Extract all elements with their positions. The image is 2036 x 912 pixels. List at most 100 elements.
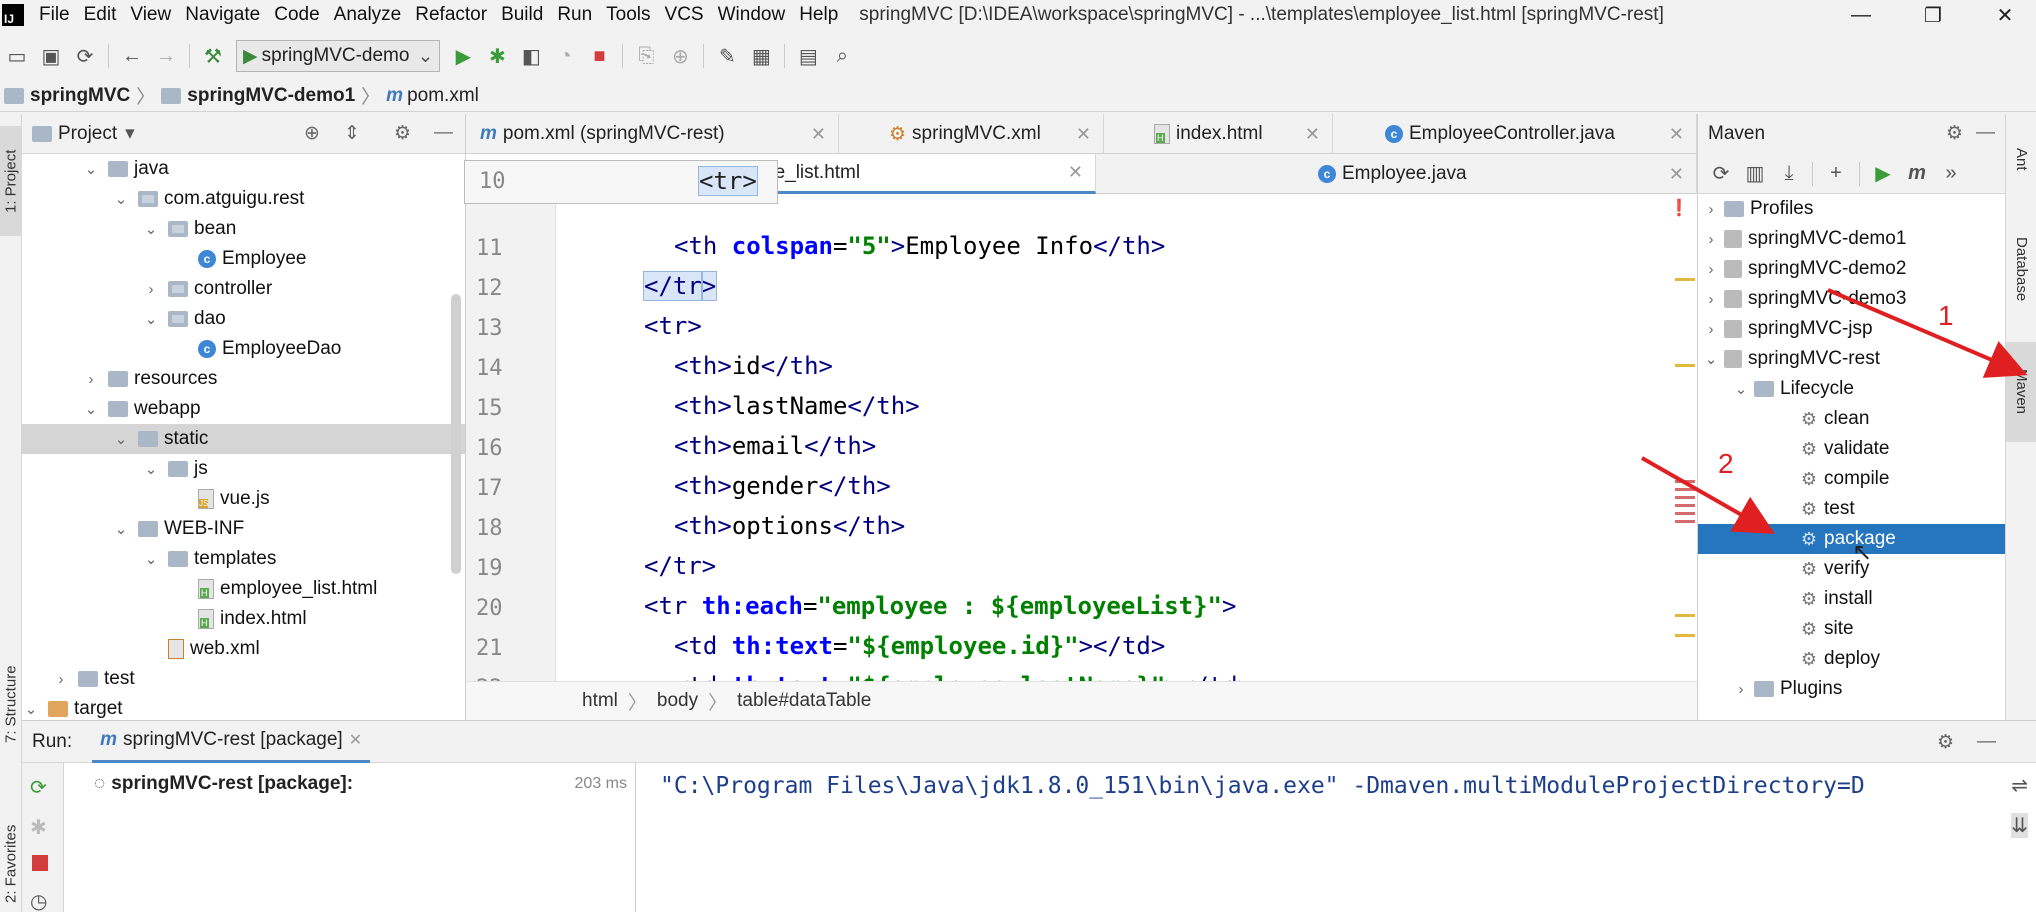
minimize-button[interactable]: — <box>1830 0 1892 30</box>
tree-item[interactable]: c Employee <box>22 244 465 274</box>
run-tab[interactable]: m springMVC-rest [package] ✕ <box>92 721 371 763</box>
chevron-down-icon[interactable]: ⌄ <box>114 430 128 448</box>
attach-debugger-icon[interactable]: ⎘ <box>629 39 663 73</box>
clock-icon[interactable]: ◷ <box>30 889 47 912</box>
menu-view[interactable]: View <box>123 4 178 26</box>
chevron-down-icon[interactable]: ⌄ <box>1734 380 1748 398</box>
back-icon[interactable]: ← <box>115 39 149 73</box>
stop-icon[interactable] <box>32 855 48 871</box>
chevron-down-icon[interactable]: ⌄ <box>24 700 38 718</box>
tool-tab-database[interactable]: Database <box>2006 214 2036 324</box>
generate-sources-icon[interactable]: ▥ <box>1738 157 1772 191</box>
tree-item[interactable]: ⌄ com.atguigu.rest <box>22 184 465 214</box>
tool-tab-favorites[interactable]: 2: Favorites <box>0 794 22 912</box>
maven-tree-item[interactable]: › springMVC-demo3 <box>1698 284 2005 314</box>
gear-icon[interactable]: ⚙ <box>1946 122 1963 145</box>
chevron-down-icon[interactable]: ⌄ <box>114 520 128 538</box>
menu-edit[interactable]: Edit <box>77 4 124 26</box>
stripe-mark[interactable] <box>1675 278 1695 281</box>
stripe-mark[interactable] <box>1675 634 1695 637</box>
tab-pom-xml[interactable]: m pom.xml (springMVC-rest) ✕ <box>466 114 839 154</box>
tool-tab-project[interactable]: 1: Project <box>0 126 22 236</box>
stripe-mark[interactable] <box>1675 480 1695 526</box>
chevron-down-icon[interactable]: ⌄ <box>84 400 98 418</box>
menu-run[interactable]: Run <box>550 4 599 26</box>
maven-goal-deploy[interactable]: ⚙ deploy <box>1698 644 2005 674</box>
tree-item[interactable]: employee_list.html <box>22 574 465 604</box>
maven-goal-validate[interactable]: ⚙ validate <box>1698 434 2005 464</box>
maven-goal-clean[interactable]: ⚙ clean <box>1698 404 2005 434</box>
close-tab-icon[interactable]: ✕ <box>1068 162 1083 183</box>
tree-item[interactable]: › controller <box>22 274 465 304</box>
tree-item[interactable]: ⌄ templates <box>22 544 465 574</box>
menu-refactor[interactable]: Refactor <box>408 4 494 26</box>
close-tab-icon[interactable]: ✕ <box>1669 124 1684 145</box>
profile-icon[interactable]: ◔ <box>548 39 582 73</box>
breadcrumb-file[interactable]: m pom.xml <box>382 85 483 107</box>
chevron-right-icon[interactable]: › <box>1704 201 1718 218</box>
vcs-icon[interactable]: ⊕ <box>663 39 697 73</box>
restore-button[interactable]: ❐ <box>1902 0 1964 30</box>
tab-springmvc-xml[interactable]: ⚙ springMVC.xml ✕ <box>839 114 1104 154</box>
tree-item[interactable]: ⌄ webapp <box>22 394 465 424</box>
chevron-right-icon[interactable]: › <box>144 281 158 298</box>
hide-panel-icon[interactable]: — <box>1976 122 1995 144</box>
run-icon[interactable]: ▶ <box>1866 157 1900 191</box>
tool-tab-maven[interactable]: Maven <box>2006 342 2036 442</box>
maven-tree-item[interactable]: › Plugins <box>1698 674 2005 704</box>
close-tab-icon[interactable]: ✕ <box>811 124 826 145</box>
maven-tree-item[interactable]: › springMVC-demo2 <box>1698 254 2005 284</box>
chevron-right-icon[interactable]: › <box>84 371 98 388</box>
maven-goal-test[interactable]: ⚙ test <box>1698 494 2005 524</box>
scroll-to-end-icon[interactable]: ⇊ <box>2011 813 2028 838</box>
tab-employee-java[interactable]: c Employee.java ✕ <box>1096 154 1697 194</box>
project-structure-icon[interactable]: ▦ <box>744 39 778 73</box>
tree-item[interactable]: ⌄ bean <box>22 214 465 244</box>
sync-icon[interactable]: ⟳ <box>68 39 102 73</box>
tree-item[interactable]: ⌄ static <box>22 424 465 454</box>
close-tab-icon[interactable]: ✕ <box>349 730 362 750</box>
stop-icon[interactable]: ■ <box>582 39 616 73</box>
open-folder-icon[interactable]: ▭ <box>0 39 34 73</box>
run-config-selector[interactable]: ▶ springMVC-demo ⌄ <box>236 40 441 72</box>
chevron-right-icon[interactable]: › <box>1704 321 1718 338</box>
tree-item[interactable]: › test <box>22 664 465 694</box>
tree-item[interactable]: web.xml <box>22 634 465 664</box>
search-icon[interactable]: ⌕ <box>825 39 859 73</box>
menu-help[interactable]: Help <box>792 4 845 26</box>
rerun-icon[interactable]: ⟳ <box>30 775 47 800</box>
crumb-table[interactable]: table#dataTable <box>737 690 871 712</box>
chevron-down-icon[interactable]: ▾ <box>125 122 135 145</box>
tree-item[interactable]: c EmployeeDao <box>22 334 465 364</box>
tree-item[interactable]: index.html <box>22 604 465 634</box>
soft-wrap-icon[interactable]: ⇌ <box>2011 773 2028 798</box>
tool-tab-ant[interactable]: Ant <box>2006 124 2036 194</box>
tree-item[interactable]: ⌄ WEB-INF <box>22 514 465 544</box>
close-tab-icon[interactable]: ✕ <box>1076 124 1091 145</box>
tab-employeecontroller-java[interactable]: c EmployeeController.java ✕ <box>1333 114 1697 154</box>
tree-item[interactable]: ⌄ dao <box>22 304 465 334</box>
menu-vcs[interactable]: VCS <box>658 4 711 26</box>
run-icon[interactable]: ▶ <box>446 39 480 73</box>
tree-item[interactable]: ⌄ target <box>22 694 465 720</box>
crumb-body[interactable]: body <box>657 690 698 712</box>
chevron-down-icon[interactable]: ⌄ <box>84 160 98 178</box>
scrollbar[interactable] <box>451 294 461 574</box>
chevron-right-icon[interactable]: › <box>1704 261 1718 278</box>
reload-icon[interactable]: ⟳ <box>1704 157 1738 191</box>
menu-build[interactable]: Build <box>494 4 550 26</box>
wrench-icon[interactable]: ✎ <box>710 39 744 73</box>
debug-icon[interactable]: ✱ <box>480 39 514 73</box>
run-tree-item[interactable]: ◌ springMVC-rest [package]: <box>94 773 353 795</box>
menu-code[interactable]: Code <box>267 4 326 26</box>
chevron-down-icon[interactable]: ⌄ <box>144 310 158 328</box>
menu-analyze[interactable]: Analyze <box>327 4 409 26</box>
close-tab-icon[interactable]: ✕ <box>1669 164 1684 185</box>
maven-tree-item[interactable]: ⌄ springMVC-rest <box>1698 344 2005 374</box>
hide-panel-icon[interactable]: — <box>1977 731 1996 753</box>
code-area[interactable]: <th colspan="5">Employee Info</th> </tr> <… <box>556 194 1666 681</box>
maven-tree-item[interactable]: › springMVC-jsp <box>1698 314 2005 344</box>
chevron-right-icon[interactable]: › <box>54 671 68 688</box>
save-all-icon[interactable]: ▣ <box>34 39 68 73</box>
tree-item[interactable]: ⌄ java <box>22 154 465 184</box>
